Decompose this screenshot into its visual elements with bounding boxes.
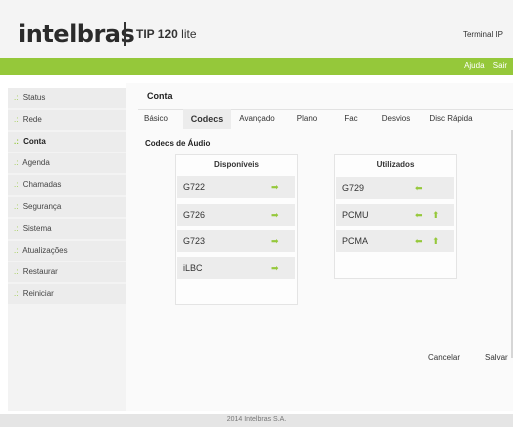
sidebar-item-conta[interactable]: .: Conta — [8, 131, 126, 152]
device-model: TIP 120 lite — [136, 27, 197, 41]
terminal-label: Terminal IP — [462, 30, 503, 39]
sidebar: .: Status .: Rede .: Conta .: Agenda .: … — [8, 88, 126, 411]
codec-name: G729 — [342, 183, 365, 193]
model-name: TIP 120 — [136, 27, 178, 41]
codec-name: PCMA — [342, 236, 369, 246]
save-button[interactable]: Salvar — [485, 353, 508, 362]
sidebar-item-reiniciar[interactable]: .: Reiniciar — [8, 284, 126, 305]
codec-name: G722 — [183, 182, 206, 192]
used-title: Utilizados — [376, 160, 415, 169]
codec-name: G726 — [183, 210, 206, 220]
move-right-icon[interactable]: ➡ — [271, 176, 279, 198]
copyright-text: 2014 Intelbras S.A. — [226, 416, 287, 423]
sidebar-item-seguranca[interactable]: .: Segurança — [8, 196, 126, 217]
sidebar-item-label: Reiniciar — [22, 289, 54, 299]
bullet-icon: .: — [14, 180, 19, 190]
sidebar-item-label: Conta — [23, 136, 46, 146]
logo-divider — [124, 22, 126, 46]
sidebar-item-label: Rede — [22, 114, 42, 124]
tab-plano[interactable]: Plano — [291, 109, 323, 129]
sidebar-item-restaurar[interactable]: .: Restaurar — [8, 262, 126, 283]
tab-fac[interactable]: Fac — [339, 109, 363, 129]
help-link[interactable]: Ajuda — [464, 61, 484, 70]
sidebar-item-chamadas[interactable]: .: Chamadas — [8, 175, 126, 196]
available-title: Disponíveis — [214, 160, 259, 169]
bullet-icon: .: — [14, 267, 19, 277]
sidebar-item-rede[interactable]: .: Rede — [8, 109, 126, 130]
sidebar-item-label: Status — [22, 93, 46, 102]
bullet-icon: .: — [14, 93, 19, 102]
model-suffix: lite — [177, 27, 197, 41]
sidebar-item-label: Segurança — [22, 201, 62, 211]
cancel-button[interactable]: Cancelar — [428, 353, 460, 362]
move-up-icon[interactable]: ⬆ — [432, 204, 440, 226]
bullet-icon: .: — [14, 245, 19, 255]
bullet-icon: .: — [14, 136, 19, 146]
tab-desvios[interactable]: Desvios — [378, 109, 414, 129]
codec-name: G723 — [183, 236, 206, 246]
bullet-icon: .: — [14, 158, 19, 168]
codec-item-pcma[interactable]: PCMA ⬅ ⬆ — [336, 230, 454, 252]
available-codecs-panel: Disponíveis G722 ➡ G726 ➡ G723 ➡ iLBC ➡ — [175, 154, 298, 305]
sidebar-item-agenda[interactable]: .: Agenda — [8, 153, 126, 174]
tab-codecs[interactable]: Codecs — [183, 109, 231, 129]
tab-avancado[interactable]: Avançado — [235, 109, 279, 129]
footer: 2014 Intelbras S.A. — [0, 414, 513, 427]
move-left-icon[interactable]: ⬅ — [415, 177, 423, 199]
sidebar-item-label: Chamadas — [22, 180, 62, 190]
codec-item-g726[interactable]: G726 ➡ — [177, 204, 295, 226]
header: intelbras TIP 120 lite Terminal IP — [0, 0, 513, 58]
intelbras-logo: intelbras — [18, 20, 135, 48]
exit-link[interactable]: Sair — [493, 61, 507, 70]
move-right-icon[interactable]: ➡ — [271, 230, 279, 252]
sidebar-item-label: Agenda — [22, 158, 50, 168]
sidebar-item-atualizacoes[interactable]: .: Atualizações — [8, 240, 126, 261]
bullet-icon: .: — [14, 223, 19, 233]
move-left-icon[interactable]: ⬅ — [415, 230, 423, 252]
sidebar-item-label: Atualizações — [22, 245, 68, 255]
sidebar-item-sistema[interactable]: .: Sistema — [8, 218, 126, 239]
used-codecs-panel: Utilizados G729 ⬅ PCMU ⬅ ⬆ PCMA ⬅ ⬆ — [334, 154, 457, 279]
bullet-icon: .: — [14, 114, 19, 124]
sidebar-item-status[interactable]: .: Status — [8, 88, 126, 108]
page-title: Conta — [147, 91, 173, 101]
top-nav-bar: Ajuda Sair — [0, 58, 513, 75]
move-right-icon[interactable]: ➡ — [271, 257, 279, 279]
sidebar-item-label: Sistema — [22, 223, 52, 233]
codec-name: iLBC — [183, 263, 203, 273]
tab-disc-rapida[interactable]: Disc Rápida — [425, 109, 477, 129]
codec-item-g722[interactable]: G722 ➡ — [177, 176, 295, 198]
codec-item-ilbc[interactable]: iLBC ➡ — [177, 257, 295, 279]
bullet-icon: .: — [14, 201, 19, 211]
codec-item-g723[interactable]: G723 ➡ — [177, 230, 295, 252]
audio-codecs-label: Codecs de Áudio — [145, 139, 211, 148]
codec-item-pcmu[interactable]: PCMU ⬅ ⬆ — [336, 204, 454, 226]
move-left-icon[interactable]: ⬅ — [415, 204, 423, 226]
tab-basico[interactable]: Básico — [141, 109, 171, 129]
move-up-icon[interactable]: ⬆ — [432, 230, 440, 252]
sidebar-item-label: Restaurar — [22, 267, 58, 277]
codec-name: PCMU — [342, 210, 369, 220]
codec-item-g729[interactable]: G729 ⬅ — [336, 177, 454, 199]
bullet-icon: .: — [14, 289, 19, 299]
move-right-icon[interactable]: ➡ — [271, 204, 279, 226]
